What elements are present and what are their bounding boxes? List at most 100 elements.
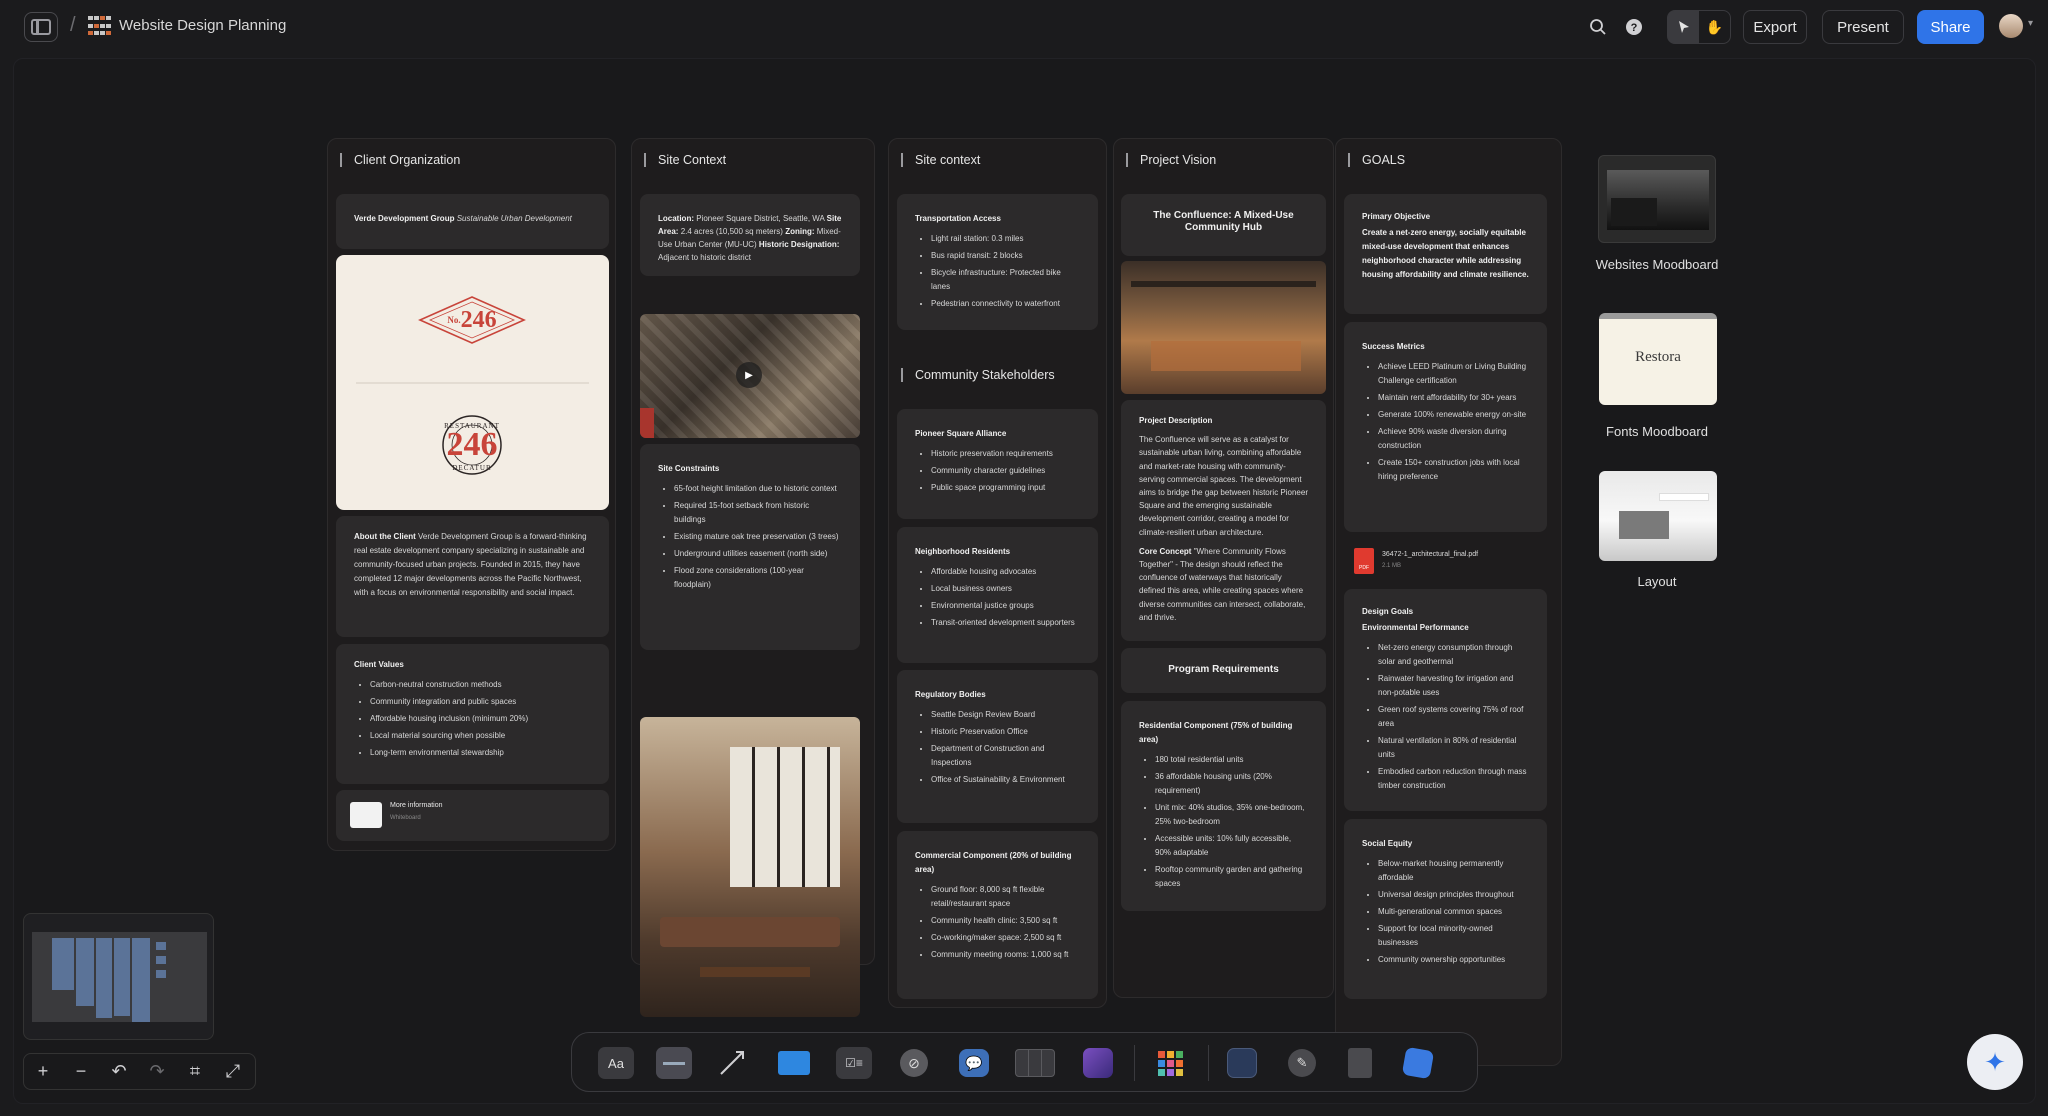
fonts-moodboard-label[interactable]: Fonts Moodboard — [1578, 424, 1736, 439]
crop-frame-icon[interactable]: ⌗ — [176, 1061, 214, 1082]
description-title: Project Description — [1139, 416, 1213, 425]
social-equity-list: Below-market housing permanently afforda… — [1362, 857, 1529, 967]
regulatory-card[interactable]: Regulatory Bodies Seattle Design Review … — [897, 670, 1098, 823]
line-tool-icon[interactable] — [714, 1047, 750, 1079]
pointer-mode-switch[interactable]: ✋ — [1667, 10, 1731, 44]
present-button[interactable]: Present — [1822, 10, 1904, 44]
layout-label[interactable]: Layout — [1578, 574, 1736, 589]
more-info-card[interactable]: More information Whiteboard — [336, 790, 609, 841]
primary-objective-card[interactable]: Primary Objective Create a net-zero ener… — [1344, 194, 1547, 314]
interior-loft-photo[interactable] — [640, 717, 860, 1017]
list-item: Required 15-foot setback from historic b… — [674, 499, 842, 527]
pen-tool-icon[interactable]: ✎ — [1284, 1047, 1320, 1079]
board-icon — [88, 16, 112, 38]
environmental-title: Environmental Performance — [1362, 623, 1469, 632]
search-icon[interactable] — [1585, 14, 1611, 40]
vision-headline[interactable]: The Confluence: A Mixed-Use Community Hu… — [1121, 194, 1326, 256]
export-button[interactable]: Export — [1743, 10, 1807, 44]
social-equity-title: Social Equity — [1362, 839, 1413, 848]
residential-card[interactable]: Residential Component (75% of building a… — [1121, 701, 1326, 911]
column-goals[interactable]: GOALS Primary Objective Create a net-zer… — [1335, 138, 1562, 1066]
redo-icon[interactable]: ↷ — [138, 1061, 176, 1082]
undo-icon[interactable]: ↶ — [100, 1061, 138, 1082]
list-item: Light rail station: 0.3 miles — [931, 232, 1080, 246]
text-tool-icon[interactable]: Aa — [598, 1047, 634, 1079]
location-label: Location: — [658, 214, 694, 223]
alliance-card[interactable]: Pioneer Square Alliance Historic preserv… — [897, 409, 1098, 519]
site-info-card[interactable]: Location: Pioneer Square District, Seatt… — [640, 194, 860, 276]
logo-number-top: No.246 — [447, 307, 497, 333]
fonts-moodboard-thumbnail[interactable]: Restora — [1599, 313, 1717, 405]
board-title[interactable]: Website Design Planning — [119, 17, 286, 34]
values-card[interactable]: Client Values Carbon-neutral constructio… — [336, 644, 609, 784]
column-site-context[interactable]: Site Context Location: Pioneer Square Di… — [631, 138, 875, 1017]
pdf-icon[interactable]: PDF — [1354, 548, 1374, 574]
list-item: 65-foot height limitation due to histori… — [674, 482, 842, 496]
list-item: Net-zero energy consumption through sola… — [1378, 641, 1529, 669]
board-tool-icon[interactable] — [1224, 1047, 1260, 1079]
list-item: 36 affordable housing units (20% require… — [1155, 770, 1308, 798]
chevron-down-icon[interactable]: ▾ — [2028, 18, 2033, 29]
canvas-controls: + − ↶ ↷ ⌗ ⤢ — [23, 1053, 256, 1090]
metrics-card[interactable]: Success Metrics Achieve LEED Platinum or… — [1344, 322, 1547, 532]
help-icon[interactable]: ? — [1621, 14, 1647, 40]
list-item: Local business owners — [931, 582, 1080, 596]
attachment-tool-icon[interactable]: ⊘ — [896, 1047, 932, 1079]
transport-title: Transportation Access — [915, 214, 1001, 223]
transport-card[interactable]: Transportation Access Light rail station… — [897, 194, 1098, 330]
about-card[interactable]: About the Client Verde Development Group… — [336, 516, 609, 637]
whiteboard-canvas[interactable]: Client Organization Verde Development Gr… — [13, 58, 2036, 1104]
community-hub-photo[interactable] — [1121, 261, 1326, 394]
program-requirements-header[interactable]: Program Requirements — [1121, 648, 1326, 693]
column-site-context-2[interactable]: Site context Transportation Access Light… — [888, 138, 1107, 1008]
image-tool-icon[interactable] — [1080, 1047, 1116, 1079]
checklist-tool-icon[interactable]: ☑≡ — [836, 1047, 872, 1079]
fullscreen-icon[interactable]: ⤢ — [214, 1061, 252, 1082]
document-tool-icon[interactable] — [1342, 1047, 1378, 1079]
list-item: Maintain rent affordability for 30+ year… — [1378, 391, 1529, 405]
user-avatar[interactable] — [1999, 14, 2023, 38]
zoom-out-icon[interactable]: − — [62, 1061, 100, 1082]
commercial-card[interactable]: Commercial Component (20% of building ar… — [897, 831, 1098, 999]
list-item: Unit mix: 40% studios, 35% one-bedroom, … — [1155, 801, 1308, 829]
metrics-title: Success Metrics — [1362, 342, 1425, 351]
comment-tool-icon[interactable]: 💬 — [956, 1047, 992, 1079]
folder-tool-icon[interactable] — [776, 1047, 812, 1079]
social-equity-card[interactable]: Social Equity Below-market housing perma… — [1344, 819, 1547, 999]
site-aerial-video[interactable]: ▶ — [640, 314, 860, 438]
select-tool-icon[interactable] — [1668, 11, 1699, 43]
share-button[interactable]: Share — [1917, 10, 1984, 44]
residents-list: Affordable housing advocates Local busin… — [915, 565, 1080, 630]
list-item: Community integration and public spaces — [370, 695, 591, 709]
residents-card[interactable]: Neighborhood Residents Affordable housin… — [897, 527, 1098, 663]
apps-grid-icon[interactable] — [1152, 1047, 1188, 1079]
table-tool-icon[interactable] — [1014, 1047, 1056, 1079]
design-goals-card[interactable]: Design Goals Environmental Performance N… — [1344, 589, 1547, 811]
minimap[interactable] — [23, 913, 214, 1040]
about-label: About the Client — [354, 532, 416, 541]
note-tool-icon[interactable] — [656, 1047, 692, 1079]
hand-tool-icon[interactable]: ✋ — [1699, 11, 1730, 43]
breadcrumb-separator: / — [70, 14, 76, 36]
zoom-in-icon[interactable]: + — [24, 1061, 62, 1082]
description-card[interactable]: Project Description The Confluence will … — [1121, 400, 1326, 641]
org-card[interactable]: Verde Development Group Sustainable Urba… — [336, 194, 609, 249]
primary-text: Create a net-zero energy, socially equit… — [1362, 228, 1529, 279]
list-item: Achieve 90% waste diversion during const… — [1378, 425, 1529, 453]
websites-moodboard-label[interactable]: Websites Moodboard — [1578, 257, 1736, 272]
minimap-viewport[interactable] — [32, 932, 207, 1022]
layout-thumbnail[interactable] — [1599, 471, 1717, 561]
column-project-vision[interactable]: Project Vision The Confluence: A Mixed-U… — [1113, 138, 1334, 998]
ai-assistant-sparkle-icon[interactable]: ✦ — [1967, 1034, 2023, 1090]
websites-moodboard-thumbnail[interactable] — [1598, 155, 1716, 243]
constraints-card[interactable]: Site Constraints 65-foot height limitati… — [640, 444, 860, 650]
column-client-organization[interactable]: Client Organization Verde Development Gr… — [327, 138, 616, 851]
logo-card[interactable]: No.246 RESTAURANT DECATUR 246 — [336, 255, 609, 510]
shape-tool-icon[interactable] — [1400, 1046, 1436, 1080]
list-item: Rooftop community garden and gathering s… — [1155, 863, 1308, 891]
pdf-filename[interactable]: 36472-1_architectural_final.pdf — [1382, 551, 1478, 558]
list-item: Multi-generational common spaces — [1378, 905, 1529, 919]
play-icon[interactable]: ▶ — [736, 362, 762, 388]
sidebar-toggle-icon[interactable] — [24, 12, 58, 42]
regulatory-title: Regulatory Bodies — [915, 690, 986, 699]
